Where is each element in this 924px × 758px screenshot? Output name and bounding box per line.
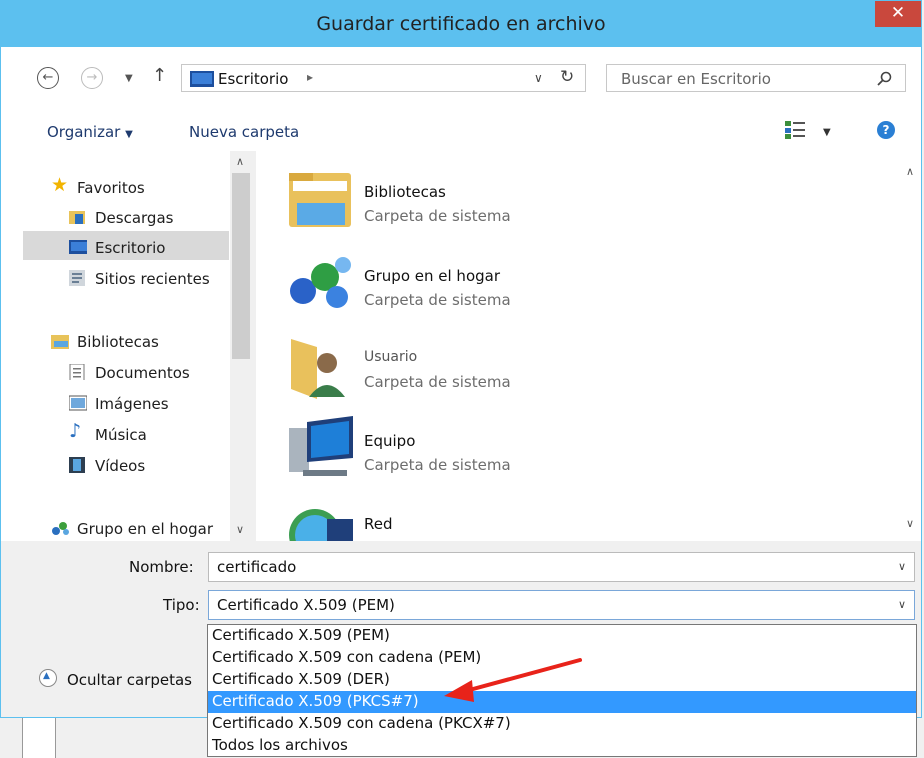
background-column: [22, 718, 56, 758]
dialog-title: Guardar certificado en archivo: [316, 13, 606, 35]
collapse-circle-icon[interactable]: ▲: [39, 669, 57, 687]
search-icon: [877, 71, 892, 86]
item-type: Carpeta de sistema: [364, 373, 511, 391]
organize-button[interactable]: Organizar ▼: [47, 123, 133, 141]
scroll-down-icon[interactable]: ∨: [906, 517, 914, 530]
dropdown-option[interactable]: Certificado X.509 (PEM): [208, 625, 916, 647]
item-type: Carpeta de sistema: [364, 207, 511, 225]
library-folder-icon: [289, 173, 351, 227]
navigation-scrollbar[interactable]: ∧ ∨: [230, 151, 256, 541]
navigation-scrollbar-thumb[interactable]: [232, 173, 250, 359]
star-icon: ★: [51, 174, 69, 196]
forward-button[interactable]: →: [81, 67, 103, 89]
address-dropdown-icon[interactable]: ∨: [534, 71, 543, 85]
back-arrow-icon: ←: [42, 70, 54, 85]
address-location: Escritorio: [218, 70, 289, 88]
close-button[interactable]: ✕: [875, 1, 921, 27]
homegroup-icon: [290, 257, 351, 308]
item-name: Usuario: [364, 349, 418, 365]
command-bar: Organizar ▼ Nueva carpeta ▼ ?: [1, 105, 921, 149]
back-button[interactable]: ←: [37, 67, 59, 89]
chevron-down-icon: ▼: [125, 129, 133, 140]
up-arrow-icon[interactable]: ↑: [152, 65, 167, 86]
annotation-arrow-icon: [444, 658, 582, 702]
homegroup-icon: [52, 522, 69, 535]
new-folder-button[interactable]: Nueva carpeta: [189, 123, 299, 141]
help-icon[interactable]: ?: [877, 121, 895, 139]
item-name: Grupo en el hogar: [364, 267, 500, 285]
item-name: Red: [364, 515, 393, 533]
videos-icon: [69, 457, 85, 473]
computer-icon: [289, 416, 353, 476]
search-placeholder: Buscar en Escritorio: [621, 70, 771, 88]
save-dialog: Guardar certificado en archivo ✕ ← → ▼ ↑…: [0, 0, 922, 718]
chevron-up-icon: ▲: [43, 671, 50, 681]
desktop-icon: [190, 71, 214, 87]
view-options-icon[interactable]: [785, 121, 807, 139]
file-type-select[interactable]: Certificado X.509 (PEM) ∨: [208, 590, 915, 620]
network-icon: [289, 509, 353, 541]
chevron-down-icon[interactable]: ∨: [898, 560, 906, 573]
file-name-value: certificado: [217, 558, 297, 576]
close-icon: ✕: [890, 3, 906, 23]
pictures-icon: [69, 395, 87, 411]
file-type-value: Certificado X.509 (PEM): [217, 596, 395, 614]
scroll-up-icon[interactable]: ∧: [236, 155, 244, 168]
item-type: Carpeta de sistema: [364, 291, 511, 309]
breadcrumb-chevron-icon[interactable]: ▸: [307, 70, 313, 84]
file-list-scrollbar[interactable]: ∧ ∨: [900, 151, 921, 541]
item-type: Carpeta de sistema: [364, 456, 511, 474]
documents-icon: [69, 364, 85, 380]
view-chevron-icon[interactable]: ▼: [823, 127, 831, 138]
scroll-down-icon[interactable]: ∨: [236, 523, 244, 536]
title-bar: Guardar certificado en archivo ✕: [1, 1, 921, 47]
item-name: Bibliotecas: [364, 183, 446, 201]
desktop-icon: [69, 240, 87, 254]
file-list: Bibliotecas Carpeta de sistema Grupo en …: [257, 151, 900, 541]
recent-places-icon: [69, 270, 85, 286]
dropdown-option[interactable]: Certificado X.509 con cadena (PKCX#7): [208, 713, 916, 735]
search-box[interactable]: Buscar en Escritorio: [606, 64, 906, 92]
chevron-down-icon[interactable]: ∨: [898, 598, 906, 611]
organize-label: Organizar: [47, 123, 121, 141]
music-note-icon: ♪: [69, 420, 82, 442]
libraries-icon: [51, 335, 69, 349]
file-name-input[interactable]: certificado ∨: [208, 552, 915, 582]
forward-arrow-icon: →: [86, 70, 98, 85]
address-bar: ← → ▼ ↑ Escritorio ▸ ∨ ↻ Buscar en Escri…: [1, 47, 921, 105]
address-box[interactable]: Escritorio ▸ ∨ ↻: [181, 64, 586, 92]
scroll-up-icon[interactable]: ∧: [906, 165, 914, 178]
dropdown-option[interactable]: Todos los archivos: [208, 735, 916, 757]
downloads-folder-icon: [69, 211, 85, 224]
item-name: Equipo: [364, 432, 416, 450]
navigation-pane: ★ Favoritos Descargas Escritorio Sitios …: [1, 151, 256, 541]
refresh-icon[interactable]: ↻: [560, 67, 574, 87]
hide-folders-button[interactable]: Ocultar carpetas: [67, 671, 192, 689]
user-folder-icon: [291, 339, 345, 399]
name-label: Nombre:: [129, 558, 194, 576]
recent-locations-chevron-icon[interactable]: ▼: [125, 73, 133, 84]
type-label: Tipo:: [163, 596, 200, 614]
